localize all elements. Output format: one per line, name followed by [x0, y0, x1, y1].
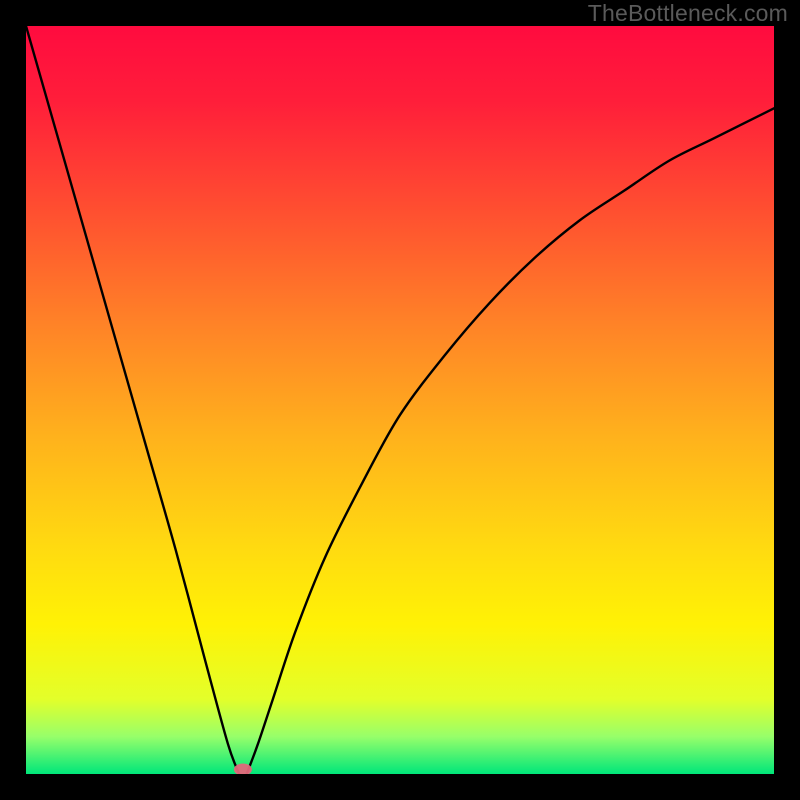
- chart-svg: [26, 26, 774, 774]
- gradient-background: [26, 26, 774, 774]
- plot-area: [26, 26, 774, 774]
- chart-container: TheBottleneck.com: [0, 0, 800, 800]
- watermark-text: TheBottleneck.com: [588, 0, 788, 27]
